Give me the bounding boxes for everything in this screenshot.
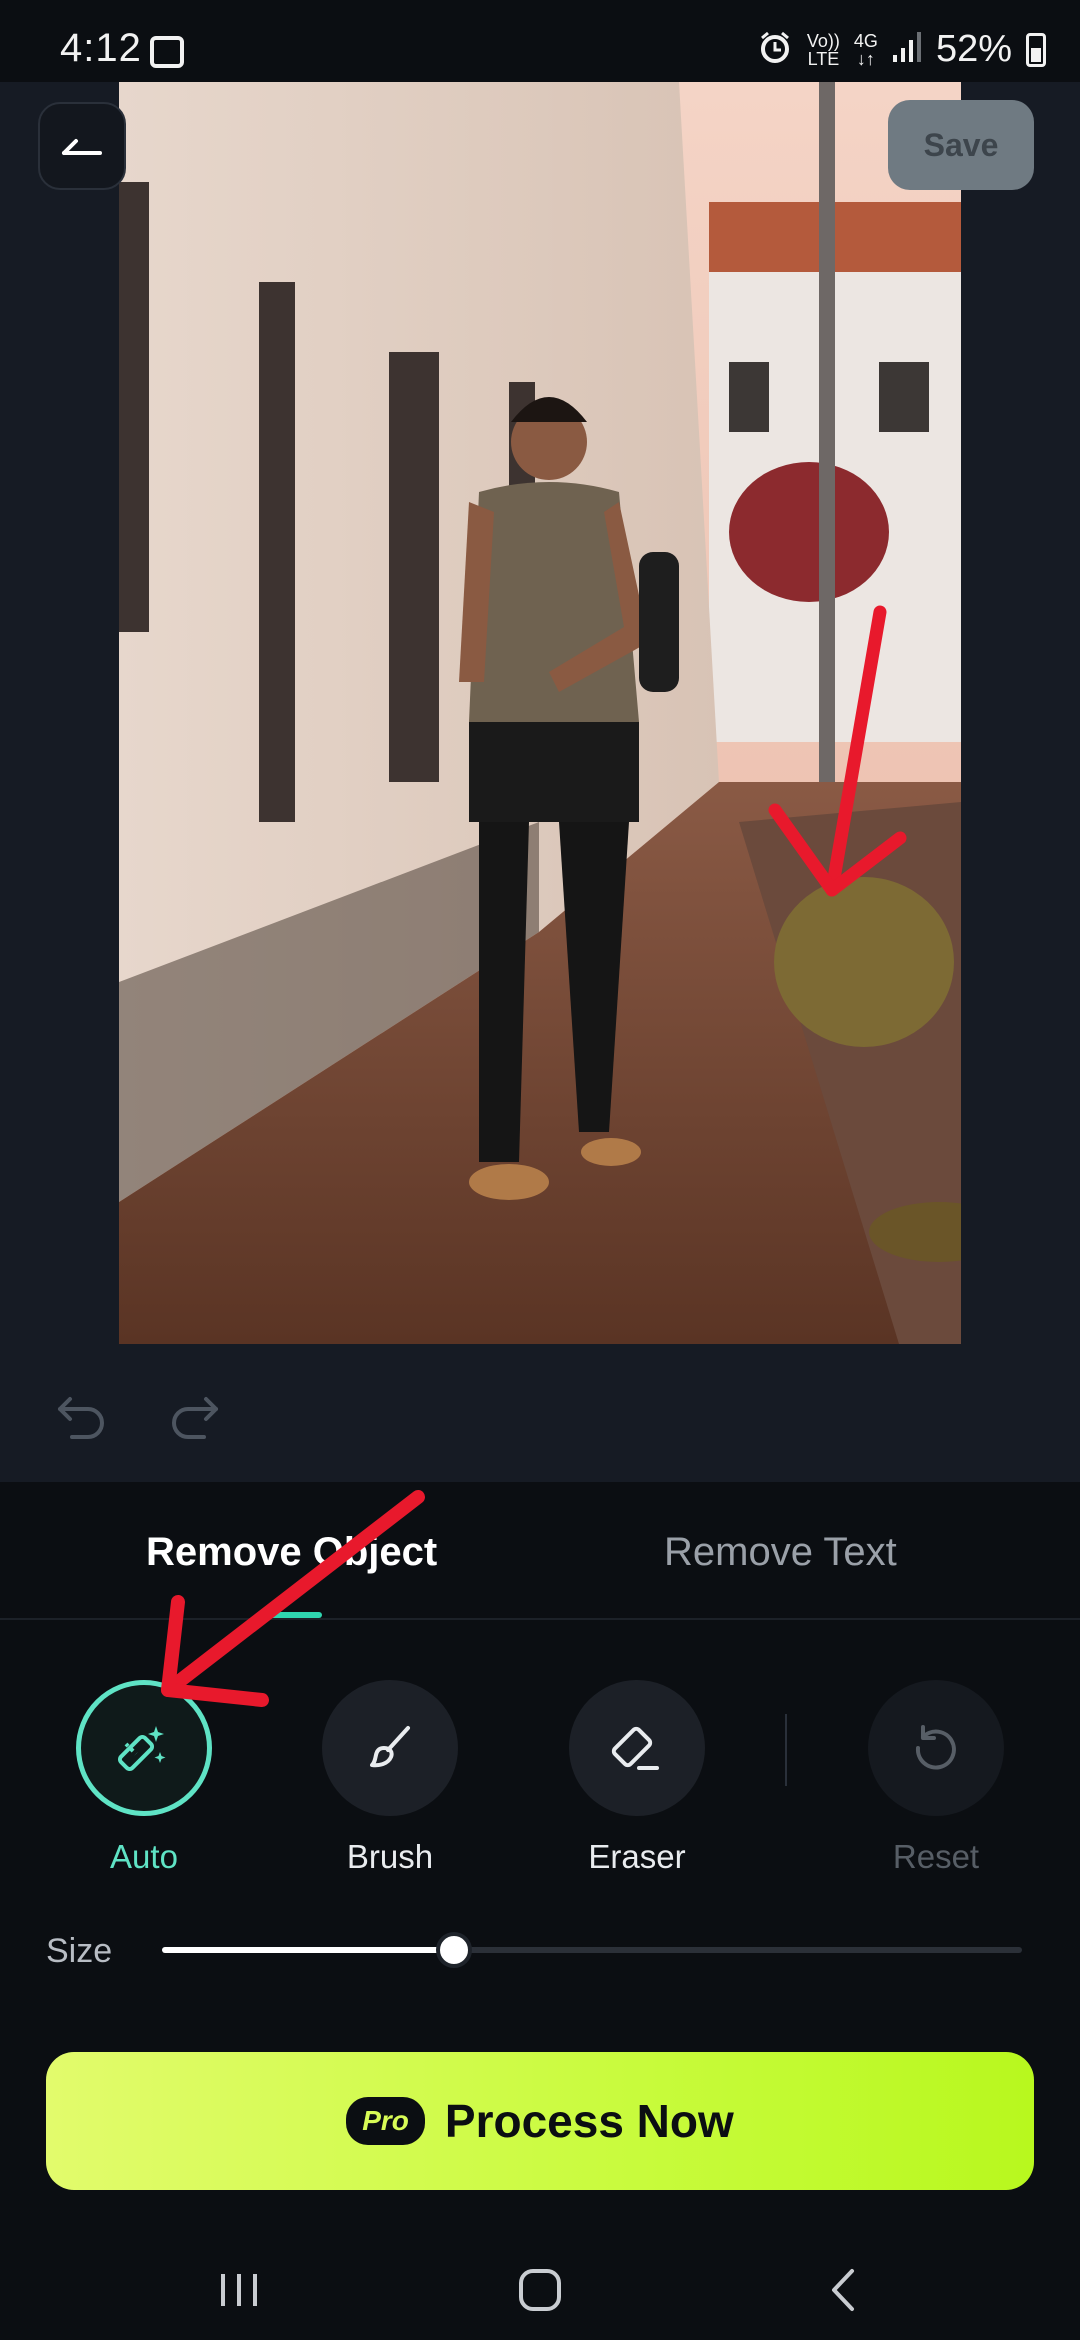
status-bar: 4:12 Vo)) LTE 4G ↓↑ 52% xyxy=(0,0,1080,82)
redo-button[interactable] xyxy=(164,1387,224,1447)
edited-photo[interactable] xyxy=(119,82,961,1344)
battery-percent: 52% xyxy=(935,28,1012,70)
eraser-button[interactable] xyxy=(569,1680,705,1816)
tab-remove-text[interactable]: Remove Text xyxy=(664,1530,897,1575)
battery-icon xyxy=(1026,32,1046,67)
home-icon xyxy=(519,2269,561,2311)
tab-remove-object[interactable]: Remove Object xyxy=(146,1530,437,1575)
eraser-icon xyxy=(611,1726,659,1770)
tool-auto-label: Auto xyxy=(110,1838,178,1875)
data-indicator: 4G ↓↑ xyxy=(853,30,878,69)
tool-panel: Remove Object Remove Text Auto Brush Era… xyxy=(0,1482,1080,2340)
reset-button[interactable] xyxy=(868,1680,1004,1816)
tool-divider xyxy=(785,1714,787,1786)
size-slider-fill xyxy=(162,1947,455,1953)
status-icons: Vo)) LTE 4G ↓↑ 52% xyxy=(757,28,1046,71)
tool-reset-label: Reset xyxy=(892,1838,980,1875)
active-tab-indicator xyxy=(258,1612,322,1618)
alarm-icon xyxy=(757,29,793,70)
tool-auto[interactable]: Auto xyxy=(74,1680,214,1876)
editor-canvas: Save xyxy=(0,82,1080,1482)
auto-button[interactable] xyxy=(76,1680,212,1816)
system-back-button[interactable] xyxy=(808,2260,878,2320)
size-slider[interactable] xyxy=(162,1932,1022,1968)
volte-indicator: Vo)) LTE xyxy=(806,30,840,69)
gallery-icon xyxy=(150,36,184,68)
process-now-label: Process Now xyxy=(444,2095,734,2147)
undo-icon xyxy=(58,1397,104,1439)
status-time: 4:12 xyxy=(60,26,142,70)
brush-button[interactable] xyxy=(322,1680,458,1816)
process-now-button[interactable]: Pro Process Now xyxy=(46,2052,1034,2190)
undo-button[interactable] xyxy=(52,1387,112,1447)
tool-reset[interactable]: Reset xyxy=(866,1680,1006,1876)
magic-wand-icon xyxy=(117,1726,166,1772)
photo-image xyxy=(119,82,961,1344)
recent-apps-button[interactable] xyxy=(204,2260,274,2320)
home-button[interactable] xyxy=(505,2260,575,2320)
brush-icon xyxy=(370,1726,410,1768)
mode-tabs: Remove Object Remove Text xyxy=(0,1482,1080,1620)
tool-brush[interactable]: Brush xyxy=(320,1680,460,1876)
signal-icon xyxy=(892,31,922,68)
tool-brush-label: Brush xyxy=(346,1838,434,1875)
system-nav-bar xyxy=(0,2242,1080,2340)
reset-icon xyxy=(915,1725,956,1770)
size-label: Size xyxy=(46,1932,113,1970)
tool-eraser[interactable]: Eraser xyxy=(567,1680,707,1876)
back-arrow-icon xyxy=(62,139,102,155)
tool-eraser-label: Eraser xyxy=(588,1838,686,1875)
redo-icon xyxy=(172,1397,218,1439)
app-root: 4:12 Vo)) LTE 4G ↓↑ 52% Save Remove Obje… xyxy=(0,0,1080,2340)
pro-badge: Pro xyxy=(346,2097,425,2145)
recent-apps-icon xyxy=(221,2274,257,2306)
size-slider-thumb[interactable] xyxy=(436,1932,473,1968)
save-button[interactable]: Save xyxy=(888,100,1034,190)
chevron-left-icon xyxy=(832,2269,854,2311)
back-button[interactable] xyxy=(38,102,126,190)
